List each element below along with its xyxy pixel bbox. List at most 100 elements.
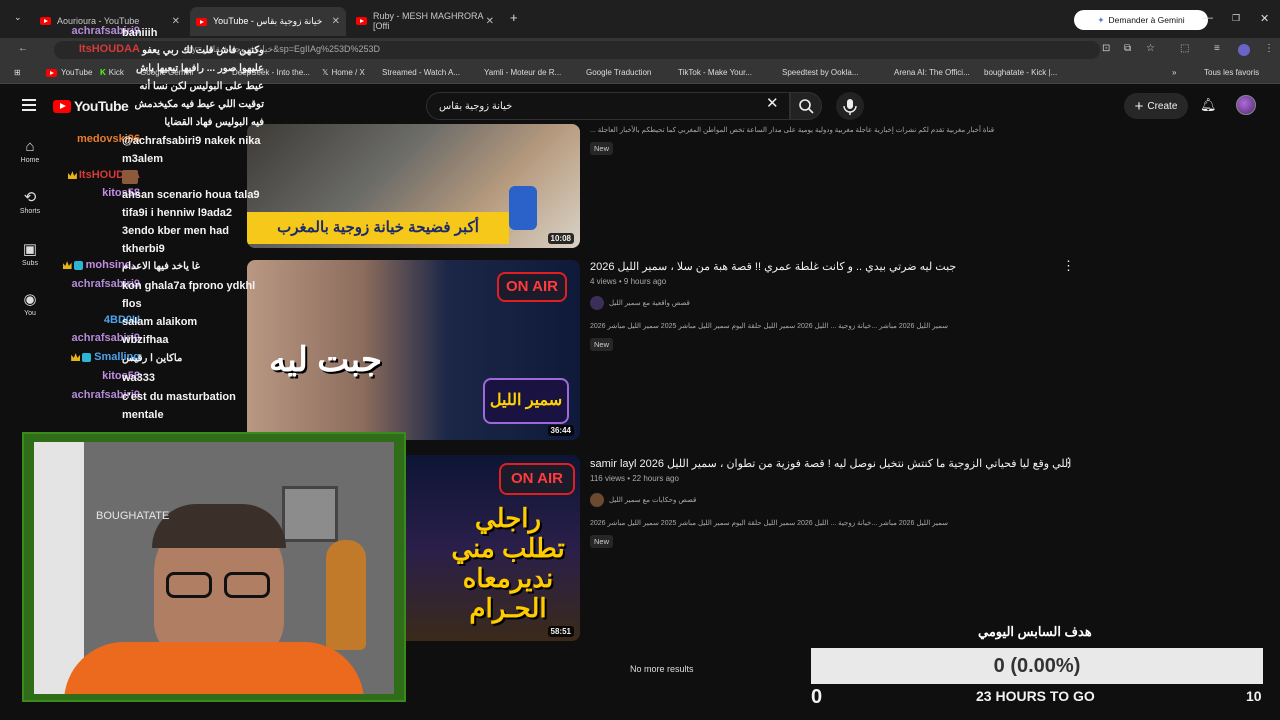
- video-duration: 36:44: [547, 425, 574, 436]
- nav-subscriptions[interactable]: ▣ Subscriptions: [10, 240, 50, 267]
- bookmark-yamli[interactable]: Yamli - Moteur de R...: [484, 68, 561, 77]
- voice-search-button[interactable]: [836, 92, 864, 120]
- search-input[interactable]: خيانة زوجية بقاس: [426, 92, 790, 120]
- bookmark-label: TikTok - Make Your...: [678, 68, 752, 77]
- gemini-button[interactable]: ✦ Demander à Gemini: [1074, 10, 1208, 30]
- bookmark-label: Google Traduction: [586, 68, 652, 77]
- search-button[interactable]: [790, 92, 822, 120]
- bookmark-x[interactable]: 𝕏 Home / X: [322, 68, 365, 77]
- new-tab-icon[interactable]: +: [510, 10, 518, 25]
- result-title[interactable]: اللي وقع ليا فحياتي الزوجية ما كنتش نتخي…: [590, 457, 1090, 470]
- channel-name: قصص واقعية مع سمير الليل: [609, 300, 690, 307]
- bookmark-boughatate[interactable]: boughatate - Kick |...: [984, 68, 1057, 77]
- bookmark-kick[interactable]: K Kick: [100, 68, 124, 77]
- youtube-favicon-icon: [40, 17, 51, 25]
- nav-label: Subscriptions: [22, 260, 38, 267]
- youtube-favicon-icon: [356, 17, 367, 25]
- result-title[interactable]: جبت ليه ضرتي بيدي .. و كانت غلطة عمري !!…: [590, 260, 1090, 273]
- apps-icon[interactable]: ⊞: [14, 68, 21, 77]
- result-channel[interactable]: قصص وحكايات مع سمير الليل: [590, 493, 1090, 507]
- webcam-overlay: BOUGHATATE: [22, 432, 406, 702]
- nav-shorts[interactable]: ⟲ Shorts: [10, 188, 50, 215]
- video-thumbnail-1[interactable]: أكبر فضيحة خيانة زوجية بالمغرب 10:08: [247, 124, 580, 248]
- more-actions-icon[interactable]: ⋮: [1062, 258, 1075, 274]
- maximize-icon[interactable]: ❐: [1232, 13, 1240, 24]
- notifications-bell-icon[interactable]: 🔔︎: [1200, 97, 1217, 113]
- hamburger-menu-icon[interactable]: [22, 99, 36, 111]
- gemini-label: Demander à Gemini: [1108, 15, 1185, 25]
- account-avatar[interactable]: [1236, 95, 1256, 115]
- search-icon: [799, 99, 814, 114]
- video-duration: 10:08: [547, 233, 574, 244]
- tab-close-icon[interactable]: ✕: [486, 16, 494, 27]
- tab-search-icon[interactable]: ⌄: [14, 12, 22, 23]
- media-icon[interactable]: ≡: [1214, 43, 1220, 54]
- gemini-icon: ✦: [1097, 14, 1105, 25]
- bookmark-streamed[interactable]: Streamed - Watch A...: [382, 68, 460, 77]
- bookmark-star-icon[interactable]: ☆: [1146, 43, 1155, 54]
- chat-text: توقيت اللي عيط فيه مكيخدمش فيه البوليس ف…: [134, 99, 265, 128]
- video-thumbnail-2[interactable]: جبت ليه ON AIR سمير الليل 36:44: [247, 260, 580, 440]
- tab-title: Ruby - MESH MAGHRORA [Offi: [373, 11, 484, 31]
- chat-text: wa333: [122, 372, 156, 384]
- crown-badge-icon: [67, 171, 77, 180]
- shorts-icon: ⟲: [23, 189, 37, 206]
- extensions-icon[interactable]: ⬚: [1180, 43, 1189, 54]
- nav-you[interactable]: ◉ You: [10, 290, 50, 317]
- nav-label: Home: [20, 157, 40, 164]
- more-bookmarks-icon[interactable]: »: [1172, 68, 1176, 77]
- menu-icon[interactable]: ⋮: [1264, 43, 1274, 54]
- create-label: Create: [1147, 100, 1178, 112]
- microphone-graphic: [509, 186, 537, 230]
- close-window-icon[interactable]: ✕: [1260, 12, 1269, 25]
- search-result-3: اللي وقع ليا فحياتي الزوجية ما كنتش نتخي…: [590, 457, 1090, 549]
- youtube-favicon-icon: [46, 68, 57, 77]
- browser-tab-3[interactable]: Ruby - MESH MAGHRORA [Offi ✕: [350, 9, 500, 33]
- chat-text: @achrafsabiri9 nakek nika m3alem: [122, 135, 261, 165]
- bookmark-youtube[interactable]: YouTube: [46, 68, 92, 77]
- search-result-1: قناة أخبار مغربية تقدم لكم نشرات إخبارية…: [590, 124, 1090, 156]
- bookmark-tiktok[interactable]: TikTok - Make Your...: [678, 68, 752, 77]
- all-bookmarks[interactable]: Tous les favoris: [1204, 68, 1259, 77]
- kick-icon: K: [100, 68, 106, 77]
- glasses-right: [224, 572, 270, 598]
- nav-label: Shorts: [19, 208, 41, 215]
- bookmark-label: Streamed - Watch A...: [382, 68, 460, 77]
- bookmark-label: Yamli - Moteur de R...: [484, 68, 562, 77]
- back-icon[interactable]: ←: [18, 43, 28, 54]
- search-query: خيانة زوجية بقاس: [439, 101, 513, 112]
- bookmark-translate[interactable]: Google Traduction: [586, 68, 651, 77]
- nav-home[interactable]: ⌂ Home: [10, 138, 50, 164]
- result-channel[interactable]: قصص واقعية مع سمير الليل: [590, 296, 1090, 310]
- more-actions-icon[interactable]: ⋮: [1062, 455, 1075, 471]
- on-air-badge: ON AIR: [497, 272, 567, 302]
- figurine: [326, 540, 366, 650]
- bookmark-label: Speedtest by Ookla...: [782, 68, 859, 77]
- streamer-hair: [152, 504, 286, 548]
- result-description: قناة أخبار مغربية تقدم لكم نشرات إخبارية…: [590, 127, 995, 134]
- tab-close-icon[interactable]: ✕: [332, 16, 340, 27]
- bookmark-label: Home / X: [331, 68, 365, 77]
- youtube-logo[interactable]: YouTube: [53, 98, 129, 114]
- create-button[interactable]: + Create: [1124, 93, 1188, 119]
- subscriber-badge-icon: [82, 352, 92, 362]
- clear-search-icon[interactable]: ✕: [766, 94, 779, 112]
- bookmark-label: boughatate - Kick |...: [984, 68, 1058, 77]
- new-badge: New: [590, 535, 614, 548]
- home-icon: ⌂: [25, 138, 35, 155]
- subscriber-badge-icon: [73, 260, 83, 270]
- chat-text: ahsan scenario houa tala9 tifa9i i henni…: [122, 189, 260, 255]
- wall-frame: [282, 486, 338, 542]
- glasses-left: [166, 572, 212, 598]
- profile-icon[interactable]: [1238, 44, 1250, 56]
- new-badge: New: [590, 338, 614, 351]
- bookmark-speedtest[interactable]: Speedtest by Ookla...: [782, 68, 859, 77]
- bookmark-arena[interactable]: Arena AI: The Offici...: [894, 68, 970, 77]
- crown-badge-icon: [71, 353, 81, 362]
- cast-icon[interactable]: ⧉: [1124, 43, 1131, 54]
- youtube-logo-icon: [53, 99, 71, 113]
- video-duration: 58:51: [547, 626, 574, 637]
- minimize-icon[interactable]: —: [1202, 12, 1213, 24]
- translate-icon[interactable]: ⊡: [1102, 43, 1110, 54]
- plus-icon: +: [1134, 97, 1144, 115]
